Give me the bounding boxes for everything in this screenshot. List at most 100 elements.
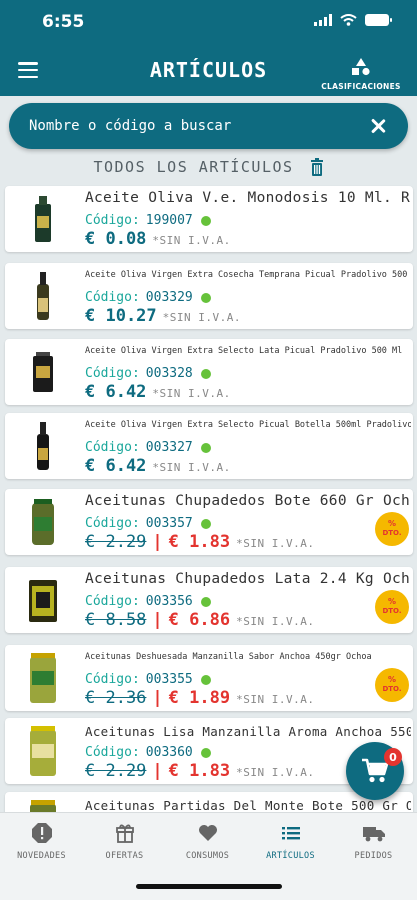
price-row: € 0.08 *SIN I.V.A. [85,229,231,249]
trash-icon[interactable] [310,158,324,176]
article-card[interactable]: Aceite Oliva Virgen Extra Cosecha Tempra… [5,263,413,329]
price-separator: | [152,761,163,781]
offer-price: € 6.86 [168,610,231,630]
product-image [17,269,69,323]
article-code: Código: 003360 [85,745,211,760]
tab-novedades[interactable]: NOVEDADES [0,823,83,861]
search-input[interactable] [29,118,368,134]
stock-indicator [200,747,211,758]
old-price: € 2.29 [85,532,147,552]
article-card[interactable]: Aceitunas Chupadedos Bote 660 Gr Ochoa C… [5,489,413,555]
svg-text:%: % [388,597,396,606]
status-time: 6:55 [42,12,85,32]
article-code: Código: 003328 [85,366,211,381]
filter-label: TODOS LOS ARTÍCULOS [93,158,294,176]
iva-note: *SIN I.V.A. [236,537,315,550]
price-row: € 8.58 | € 6.86 *SIN I.V.A. [85,610,314,630]
iva-note: *SIN I.V.A. [236,693,315,706]
price-row: € 2.36 | € 1.89 *SIN I.V.A. [85,688,314,708]
code-value: 003356 [145,594,193,609]
tab-articulos[interactable]: ARTÍCULOS [249,823,332,861]
price: € 10.27 [85,306,157,326]
heart-icon [198,825,217,841]
discount-badge-icon: %DTO. [375,668,409,702]
article-name: Aceitunas Partidas Del Monte Bote 500 Gr… [85,798,411,812]
price: € 0.08 [85,229,147,249]
iva-note: *SIN I.V.A. [152,387,231,400]
discount-badge-icon: %DTO. [375,512,409,546]
code-label: Código: [85,516,140,531]
close-icon[interactable] [368,116,388,136]
code-label: Código: [85,366,140,381]
code-label: Código: [85,213,140,228]
article-card[interactable]: Aceite Oliva Virgen Extra Selecto Lata P… [5,339,413,405]
code-value: 003329 [145,290,193,305]
article-code: Código: 003357 [85,516,211,531]
tab-label: NOVEDADES [17,851,66,861]
code-label: Código: [85,672,140,687]
shapes-icon [352,58,370,76]
iva-note: *SIN I.V.A. [236,615,315,628]
offer-price: € 1.89 [168,688,231,708]
stock-indicator [200,518,211,529]
article-name: Aceite Oliva Virgen Extra Selecto Picual… [85,420,411,430]
tab-consumos[interactable]: CONSUMOS [166,823,249,861]
article-card[interactable]: Aceite Oliva V.e. Monodosis 10 Ml. Rs Có… [5,186,413,252]
gift-icon [115,824,134,843]
old-price: € 8.58 [85,610,147,630]
home-indicator [136,884,282,889]
discount-badge-icon: %DTO. [375,590,409,624]
tab-label: CONSUMOS [185,851,230,861]
code-value: 003360 [145,745,193,760]
article-card[interactable]: Aceitunas Chupadedos Lata 2.4 Kg Ochoa C… [5,567,413,633]
tab-label: PEDIDOS [354,851,393,861]
iva-note: *SIN I.V.A. [236,766,315,779]
iva-note: *SIN I.V.A. [152,461,231,474]
article-card[interactable]: Aceitunas Deshuesada Manzanilla Sabor An… [5,645,413,711]
battery-icon [365,14,392,26]
article-code: Código: 003327 [85,440,211,455]
article-name: Aceite Oliva Virgen Extra Selecto Lata P… [85,346,403,356]
article-name: Aceitunas Chupadedos Bote 660 Gr Ochoa [85,493,411,509]
old-price: € 2.36 [85,688,147,708]
code-value: 003355 [145,672,193,687]
price-row: € 2.29 | € 1.83 *SIN I.V.A. [85,532,314,552]
price-separator: | [152,610,163,630]
promo-text: DTO. [382,685,401,693]
truck-icon [362,827,385,842]
article-code: Código: 199007 [85,213,211,228]
classifications-label: CLASIFICACIONES [321,82,401,91]
product-image [17,345,69,399]
app-screen: 6:55 ARTÍCULOS CLASIFICACIONES TODOS LOS… [0,0,417,900]
offer-price: € 1.83 [168,761,231,781]
article-name: Aceitunas Deshuesada Manzanilla Sabor An… [85,652,372,662]
iva-note: *SIN I.V.A. [152,234,231,247]
article-card[interactable]: Aceitunas Partidas Del Monte Bote 500 Gr… [5,792,413,812]
article-code: Código: 003329 [85,290,211,305]
cart-count-badge: 0 [384,748,402,766]
cart-button[interactable]: 0 [346,742,404,800]
code-label: Código: [85,745,140,760]
search-bar [9,103,408,149]
tab-ofertas[interactable]: OFERTAS [83,823,166,861]
code-value: 003327 [145,440,193,455]
classifications-button[interactable]: CLASIFICACIONES [319,58,403,91]
price-row: € 10.27 *SIN I.V.A. [85,306,241,326]
signal-icon [314,14,332,26]
tab-pedidos[interactable]: PEDIDOS [332,823,415,861]
list-icon [281,827,300,840]
stock-indicator [200,292,211,303]
article-name: Aceite Oliva V.e. Monodosis 10 Ml. Rs [85,190,411,206]
code-value: 199007 [145,213,193,228]
price-separator: | [152,688,163,708]
price-row: € 6.42 *SIN I.V.A. [85,456,231,476]
offer-price: € 1.83 [168,532,231,552]
product-image [17,573,69,627]
code-label: Código: [85,290,140,305]
stock-indicator [200,596,211,607]
tab-label: ARTÍCULOS [266,851,315,861]
product-image [17,651,69,705]
article-card[interactable]: Aceite Oliva Virgen Extra Selecto Picual… [5,413,413,479]
article-name: Aceitunas Chupadedos Lata 2.4 Kg Ochoa [85,571,411,587]
product-image [17,724,69,778]
